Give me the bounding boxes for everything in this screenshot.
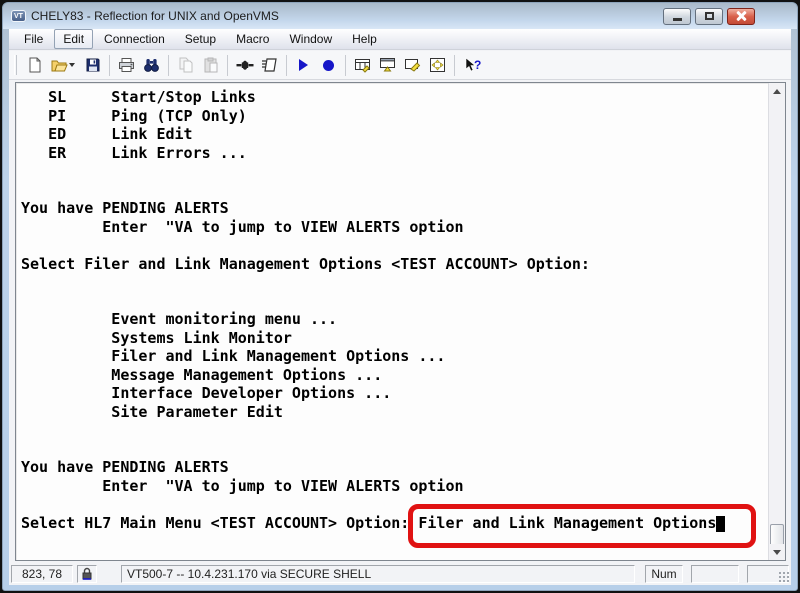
- find-button[interactable]: [139, 53, 164, 77]
- toolbar-separator: [345, 54, 346, 76]
- print-icon: [119, 58, 134, 72]
- keyboard-map-button[interactable]: [350, 53, 375, 77]
- copy-icon: [179, 57, 192, 73]
- toolbar-separator: [227, 54, 228, 76]
- keyboard-map-icon: [355, 59, 370, 73]
- title-bar[interactable]: VT CHELY83 - Reflection for UNIX and Ope…: [3, 3, 797, 29]
- status-bar: 823, 78 VT500-7 -- 10.4.231.170 via SECU…: [9, 563, 791, 585]
- toolbar-separator: [454, 54, 455, 76]
- record-icon: [323, 59, 334, 71]
- maximize-icon: [704, 12, 714, 20]
- padlock-icon: [82, 567, 92, 580]
- minimize-button[interactable]: [663, 7, 691, 25]
- menu-connection[interactable]: Connection: [95, 29, 174, 49]
- hotspots-icon: [430, 58, 445, 72]
- close-icon: [736, 11, 746, 21]
- hotspots-button[interactable]: [425, 53, 450, 77]
- resize-grip[interactable]: [778, 571, 790, 583]
- toolbar: ?: [9, 51, 791, 80]
- connection-status: VT500-7 -- 10.4.231.170 via SECURE SHELL: [121, 565, 635, 583]
- screenshot-root: VT CHELY83 - Reflection for UNIX and Ope…: [0, 0, 800, 593]
- cursor-position-indicator: 823, 78: [11, 565, 73, 583]
- play-macro-button[interactable]: [291, 53, 316, 77]
- menu-setup[interactable]: Setup: [176, 29, 225, 49]
- toolbar-separator: [168, 54, 169, 76]
- mouse-map-icon: [405, 59, 421, 72]
- play-icon: [299, 59, 308, 71]
- print-button[interactable]: [114, 53, 139, 77]
- app-icon: VT: [11, 10, 26, 22]
- toolbar-grip[interactable]: [14, 55, 17, 75]
- copy-button[interactable]: [173, 53, 198, 77]
- open-dropdown-icon[interactable]: [68, 63, 75, 67]
- scroll-up-icon: [773, 88, 781, 94]
- menu-help[interactable]: Help: [343, 29, 386, 49]
- vertical-scrollbar[interactable]: [768, 83, 785, 560]
- close-button[interactable]: [727, 7, 755, 25]
- mouse-map-button[interactable]: [400, 53, 425, 77]
- run-script-button[interactable]: [257, 53, 282, 77]
- connect-button[interactable]: [232, 53, 257, 77]
- context-help-icon: ?: [465, 56, 481, 72]
- display-setup-icon: [380, 58, 395, 72]
- terminal-text: SL Start/Stop Links PI Ping (TCP Only) E…: [21, 88, 717, 532]
- paste-button[interactable]: [198, 53, 223, 77]
- find-icon: [144, 59, 159, 72]
- window-controls: [663, 7, 755, 25]
- paste-icon: [204, 57, 217, 73]
- toolbar-separator: [109, 54, 110, 76]
- client-area: File Edit Connection Setup Macro Window …: [9, 29, 791, 585]
- record-macro-button[interactable]: [316, 53, 341, 77]
- svg-text:?: ?: [474, 58, 481, 72]
- app-window: VT CHELY83 - Reflection for UNIX and Ope…: [2, 2, 798, 591]
- context-help-button[interactable]: ?: [459, 53, 484, 77]
- status-panel-empty: [691, 565, 739, 583]
- display-setup-button[interactable]: [375, 53, 400, 77]
- minimize-icon: [672, 17, 682, 21]
- new-document-button[interactable]: [22, 53, 47, 77]
- scroll-down-button[interactable]: [769, 544, 785, 560]
- toolbar-separator: [286, 54, 287, 76]
- connect-icon: [236, 60, 253, 70]
- menu-window[interactable]: Window: [280, 29, 341, 49]
- num-lock-indicator: Num: [645, 565, 683, 583]
- terminal-cursor: [716, 516, 725, 532]
- secure-lock-indicator: [77, 565, 97, 583]
- menu-macro[interactable]: Macro: [227, 29, 278, 49]
- window-title: CHELY83 - Reflection for UNIX and OpenVM…: [31, 9, 279, 23]
- maximize-button[interactable]: [695, 7, 723, 25]
- run-script-icon: [261, 58, 277, 72]
- menu-file[interactable]: File: [15, 29, 52, 49]
- open-file-button[interactable]: [47, 53, 80, 77]
- scroll-down-icon: [773, 549, 781, 555]
- open-folder-icon: [51, 60, 68, 72]
- terminal-screen[interactable]: SL Start/Stop Links PI Ping (TCP Only) E…: [16, 83, 768, 560]
- save-button[interactable]: [80, 53, 105, 77]
- menu-edit[interactable]: Edit: [54, 29, 94, 49]
- new-document-icon: [29, 57, 40, 73]
- menu-bar: File Edit Connection Setup Macro Window …: [9, 29, 791, 50]
- save-icon: [86, 58, 99, 72]
- scroll-up-button[interactable]: [769, 83, 785, 99]
- terminal-panel: SL Start/Stop Links PI Ping (TCP Only) E…: [15, 82, 786, 561]
